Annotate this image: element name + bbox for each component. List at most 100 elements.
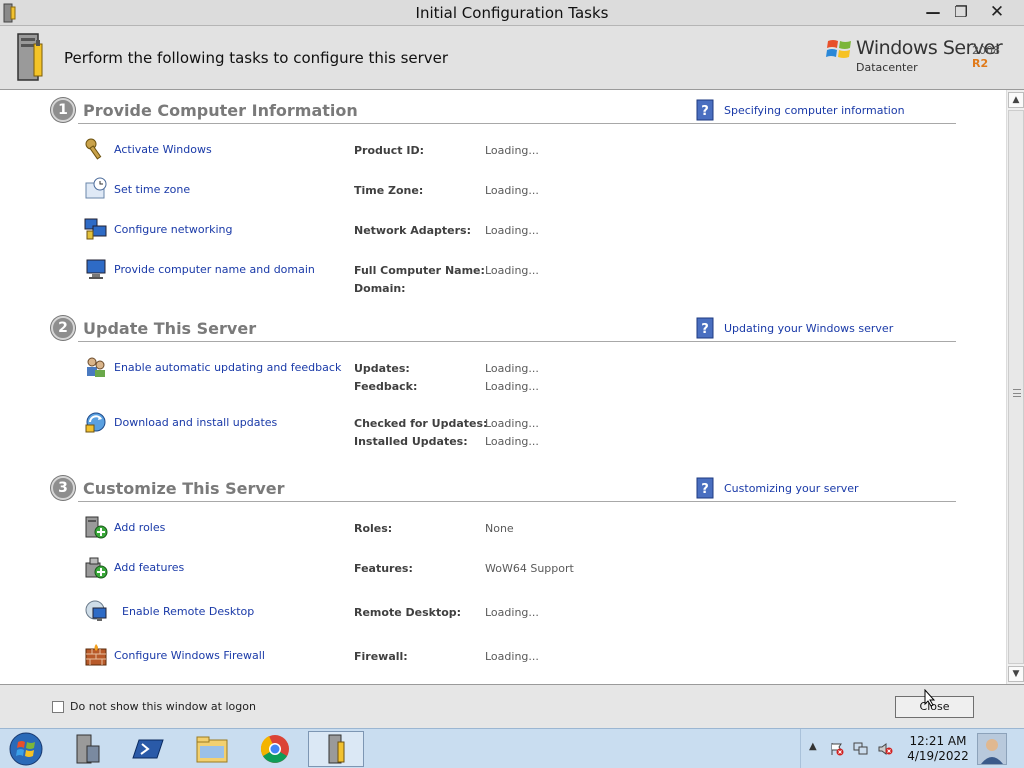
task-configure-firewall[interactable]: Configure Windows Firewall xyxy=(84,643,265,667)
chrome-icon xyxy=(260,735,289,763)
task-enable-automatic-updating[interactable]: Enable automatic updating and feedback xyxy=(84,355,341,379)
field-value-firewall: Loading... xyxy=(485,650,539,663)
field-label-feedback: Feedback: xyxy=(354,380,418,393)
taskbar-explorer[interactable] xyxy=(184,731,240,767)
field-label-full-computer-name: Full Computer Name: xyxy=(354,264,485,277)
section-number: 2 xyxy=(51,316,75,340)
action-center-flag-icon[interactable] xyxy=(829,742,845,756)
help-link-customizing-server[interactable]: ? Customizing your server xyxy=(696,477,859,499)
section-number: 1 xyxy=(51,98,75,122)
section-number: 3 xyxy=(51,476,75,500)
field-value-checked-for-updates: Loading... xyxy=(485,417,539,430)
network-icon xyxy=(84,218,107,240)
brand-version: 2008 R2 xyxy=(972,44,1000,70)
field-label-features: Features: xyxy=(354,562,413,575)
task-enable-remote-desktop[interactable]: Enable Remote Desktop xyxy=(84,599,254,623)
section-divider xyxy=(78,123,956,124)
start-button[interactable] xyxy=(6,731,46,767)
window-title: Initial Configuration Tasks xyxy=(415,4,609,22)
clock-date: 4/19/2022 xyxy=(907,749,969,763)
server-tools-icon xyxy=(17,33,43,81)
field-label-firewall: Firewall: xyxy=(354,650,408,663)
clock-icon xyxy=(85,177,107,199)
mouse-cursor-icon xyxy=(924,689,936,707)
field-value-features: WoW64 Support xyxy=(485,562,574,575)
field-label-time-zone: Time Zone: xyxy=(354,184,424,197)
field-value-full-computer-name: Loading... xyxy=(485,264,539,277)
task-list-panel: 1 Provide Computer Information ? Specify… xyxy=(0,90,1006,684)
vertical-scrollbar[interactable]: ▲ ▼ xyxy=(1006,90,1024,684)
help-link-computer-information[interactable]: ? Specifying computer information xyxy=(696,99,905,121)
server-manager-icon xyxy=(76,734,100,764)
do-not-show-checkbox[interactable] xyxy=(52,701,64,713)
windows-flag-icon xyxy=(826,40,851,58)
field-value-time-zone: Loading... xyxy=(485,184,539,197)
scroll-thumb[interactable] xyxy=(1008,110,1024,664)
field-value-installed-updates: Loading... xyxy=(485,435,539,448)
key-icon xyxy=(85,138,102,160)
do-not-show-label[interactable]: Do not show this window at logon xyxy=(70,700,256,713)
field-label-product-id: Product ID: xyxy=(354,144,424,157)
help-link-updating-server[interactable]: ? Updating your Windows server xyxy=(696,317,893,339)
task-download-install-updates[interactable]: Download and install updates xyxy=(84,410,277,434)
taskbar: ▲ 12:21 AM 4/19/2022 xyxy=(0,728,1024,768)
section-title: Update This Server xyxy=(83,319,257,338)
section-divider xyxy=(78,341,956,342)
brand-edition: Datacenter xyxy=(856,61,918,74)
svg-text:?: ? xyxy=(701,322,709,337)
taskbar-server-manager[interactable] xyxy=(60,731,116,767)
show-hidden-icons-button[interactable]: ▲ xyxy=(809,741,817,752)
field-label-remote-desktop: Remote Desktop: xyxy=(354,606,462,619)
close-window-button[interactable]: ✕ xyxy=(980,0,1014,24)
explorer-icon xyxy=(196,736,228,763)
help-book-icon: ? xyxy=(696,477,714,499)
field-label-domain: Domain: xyxy=(354,282,406,295)
section-title: Provide Computer Information xyxy=(83,101,358,120)
task-add-features[interactable]: Add features xyxy=(84,555,184,579)
maximize-button[interactable]: ❐ xyxy=(944,0,978,24)
field-value-remote-desktop: Loading... xyxy=(485,606,539,619)
title-bar: Initial Configuration Tasks — ❐ ✕ xyxy=(0,0,1024,26)
field-value-updates: Loading... xyxy=(485,362,539,375)
firewall-icon xyxy=(85,644,107,666)
remote-desktop-icon xyxy=(85,600,107,621)
field-value-roles: None xyxy=(485,522,514,535)
footer-bar: Do not show this window at logon Close xyxy=(0,684,1024,728)
update-icon xyxy=(85,412,106,433)
field-label-network-adapters: Network Adapters: xyxy=(354,224,471,237)
header-subtitle: Perform the following tasks to configure… xyxy=(64,49,449,67)
add-roles-icon xyxy=(85,516,108,539)
taskbar-chrome[interactable] xyxy=(246,731,302,767)
scroll-up-button[interactable]: ▲ xyxy=(1008,92,1024,108)
windows-server-logo: Windows Server 2008 R2 Datacenter xyxy=(826,34,1016,80)
taskbar-initial-config[interactable] xyxy=(308,731,364,767)
scroll-down-button[interactable]: ▼ xyxy=(1008,666,1024,682)
task-computer-name-domain[interactable]: Provide computer name and domain xyxy=(84,257,315,281)
task-set-time-zone[interactable]: Set time zone xyxy=(84,177,190,201)
powershell-icon xyxy=(132,739,164,759)
help-book-icon: ? xyxy=(696,99,714,121)
field-value-feedback: Loading... xyxy=(485,380,539,393)
computer-icon xyxy=(86,259,106,279)
initial-config-icon xyxy=(328,734,345,764)
volume-muted-icon[interactable] xyxy=(877,742,893,756)
header-band: Perform the following tasks to configure… xyxy=(0,26,1024,90)
add-features-icon xyxy=(85,557,108,579)
section-title: Customize This Server xyxy=(83,479,285,498)
task-add-roles[interactable]: Add roles xyxy=(84,515,165,539)
field-label-checked-for-updates: Checked for Updates: xyxy=(354,417,488,430)
network-status-icon[interactable] xyxy=(853,742,869,756)
clock-time: 12:21 AM xyxy=(909,734,967,748)
field-value-network-adapters: Loading... xyxy=(485,224,539,237)
section-divider xyxy=(78,501,956,502)
taskbar-clock[interactable]: 12:21 AM 4/19/2022 xyxy=(905,734,971,764)
user-avatar-icon xyxy=(981,739,1003,764)
svg-text:?: ? xyxy=(701,482,709,497)
show-desktop-avatar[interactable] xyxy=(977,733,1007,765)
task-configure-networking[interactable]: Configure networking xyxy=(84,217,233,241)
users-icon xyxy=(87,357,105,377)
field-label-installed-updates: Installed Updates: xyxy=(354,435,468,448)
taskbar-powershell[interactable] xyxy=(122,731,178,767)
system-tray: ▲ 12:21 AM 4/19/2022 xyxy=(800,729,1024,768)
task-activate-windows[interactable]: Activate Windows xyxy=(84,137,212,161)
